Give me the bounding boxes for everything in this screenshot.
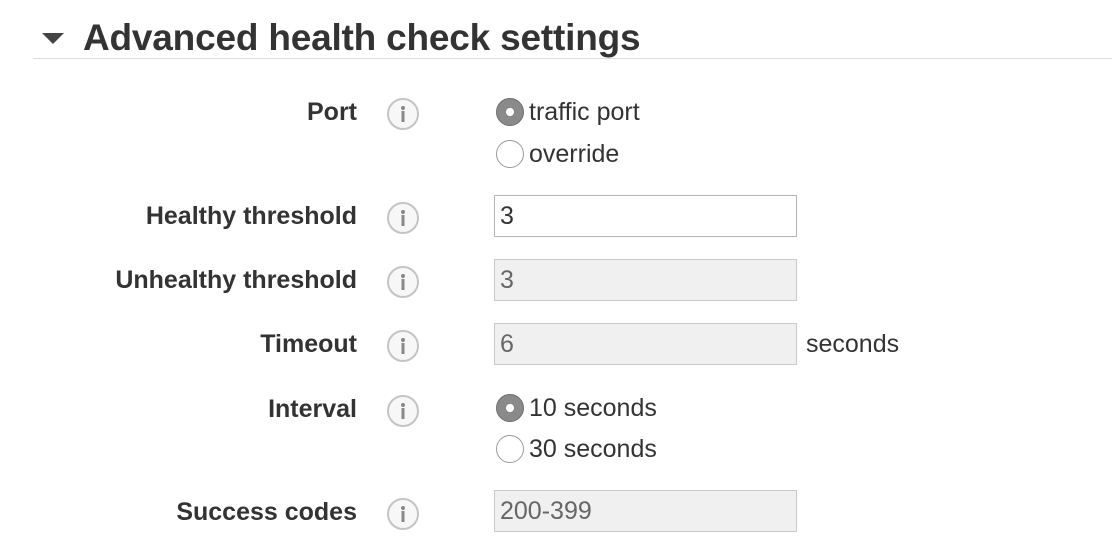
- interval-label: Interval: [268, 395, 357, 423]
- info-icon[interactable]: [387, 395, 419, 427]
- radio-button[interactable]: [496, 98, 524, 126]
- timeout-input[interactable]: [494, 323, 797, 365]
- info-icon[interactable]: [387, 498, 419, 530]
- radio-label: traffic port: [529, 98, 640, 126]
- radio-button[interactable]: [496, 140, 524, 168]
- interval-option-10-seconds[interactable]: 10 seconds: [496, 393, 657, 423]
- port-option-override[interactable]: override: [496, 139, 619, 169]
- radio-button[interactable]: [496, 435, 524, 463]
- radio-label: override: [529, 140, 620, 168]
- healthy-threshold-input[interactable]: [494, 195, 797, 237]
- success-codes-input[interactable]: [494, 490, 797, 532]
- info-icon[interactable]: [387, 330, 419, 362]
- info-icon[interactable]: [387, 98, 419, 130]
- healthy-threshold-label: Healthy threshold: [145, 202, 357, 230]
- success-codes-label: Success codes: [176, 498, 357, 526]
- info-icon[interactable]: [387, 202, 419, 234]
- unhealthy-threshold-label: Unhealthy threshold: [115, 266, 357, 294]
- interval-option-30-seconds[interactable]: 30 seconds: [496, 434, 657, 464]
- radio-label: 10 seconds: [529, 394, 657, 422]
- radio-label: 30 seconds: [529, 435, 657, 463]
- timeout-unit: seconds: [806, 330, 900, 358]
- timeout-label: Timeout: [260, 330, 357, 358]
- info-icon[interactable]: [387, 266, 419, 298]
- caret-down-icon[interactable]: [42, 33, 64, 44]
- radio-button[interactable]: [496, 394, 524, 422]
- unhealthy-threshold-input[interactable]: [494, 259, 797, 301]
- port-option-traffic-port[interactable]: traffic port: [496, 97, 640, 127]
- port-label: Port: [307, 98, 357, 126]
- section-header: Advanced health check settings: [0, 0, 1112, 60]
- section-divider: [33, 58, 1112, 59]
- section-title[interactable]: Advanced health check settings: [83, 15, 641, 61]
